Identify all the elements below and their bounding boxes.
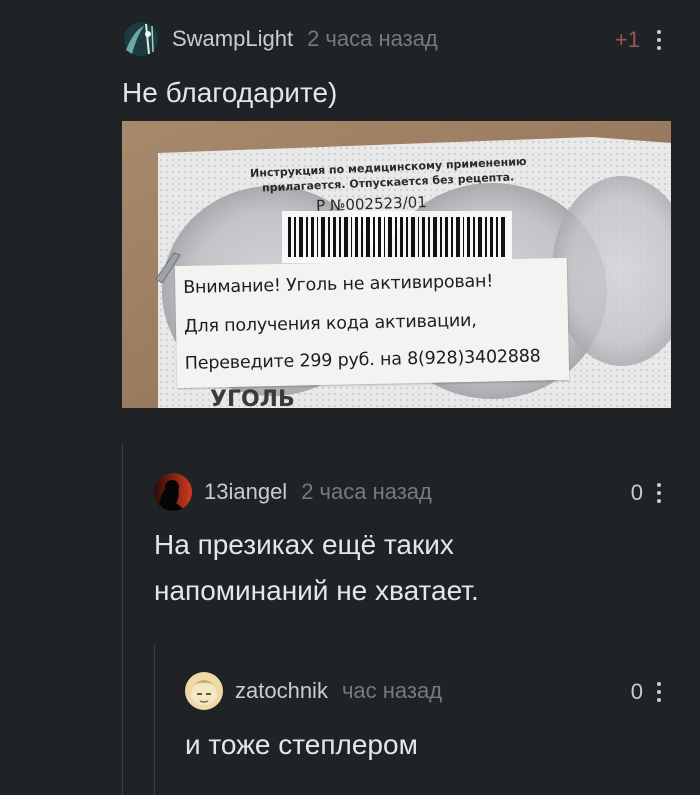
rating-value: +1 [614,27,640,52]
sticker-activation-text: Для получения кода активации, [183,310,477,337]
username[interactable]: 13iangel [204,479,287,505]
rating-value: 0 [630,480,643,505]
package-product-name: УГОЛЬ [210,387,295,408]
rating-value: 0 [630,679,643,704]
avatar[interactable] [154,473,192,511]
timestamp[interactable]: 2 часа назад [307,26,438,52]
thread-line-level-1[interactable] [122,443,123,795]
sticker-payment-text: Переведите 299 руб. на 8(928)3402888 [184,346,541,374]
comment-header: zatochnik час назад [185,671,442,711]
thread-line-level-2[interactable] [154,644,155,795]
package-registration-number: Р №002523/01 [315,193,428,215]
comment-text: и тоже степлером [185,729,418,760]
timestamp[interactable]: час назад [342,678,442,704]
username[interactable]: SwampLight [172,26,293,52]
comment-swamplight: SwampLight 2 часа назад +1 Не благодарит… [0,0,700,420]
avatar[interactable] [185,672,223,710]
barcode [282,211,512,263]
comment-text-line-2: напоминаний не хватает. [154,575,479,606]
more-options-icon[interactable] [652,481,666,505]
comment-header: SwampLight 2 часа назад [122,19,438,59]
comments-page: SwampLight 2 часа назад +1 Не благодарит… [0,0,700,795]
more-options-icon[interactable] [652,28,666,52]
comment-header: 13iangel 2 часа назад [154,472,432,512]
sticker-note: Внимание! Уголь не активирован! Для полу… [174,257,570,389]
more-options-icon[interactable] [652,680,666,704]
avatar[interactable] [122,20,160,58]
username[interactable]: zatochnik [235,678,328,704]
comment-text-line-1: На презиках ещё таких [154,529,454,560]
sticker-warning-text: Внимание! Уголь не активирован! [183,271,494,298]
timestamp[interactable]: 2 часа назад [301,479,432,505]
comment-text: Не благодарите) [122,77,338,108]
